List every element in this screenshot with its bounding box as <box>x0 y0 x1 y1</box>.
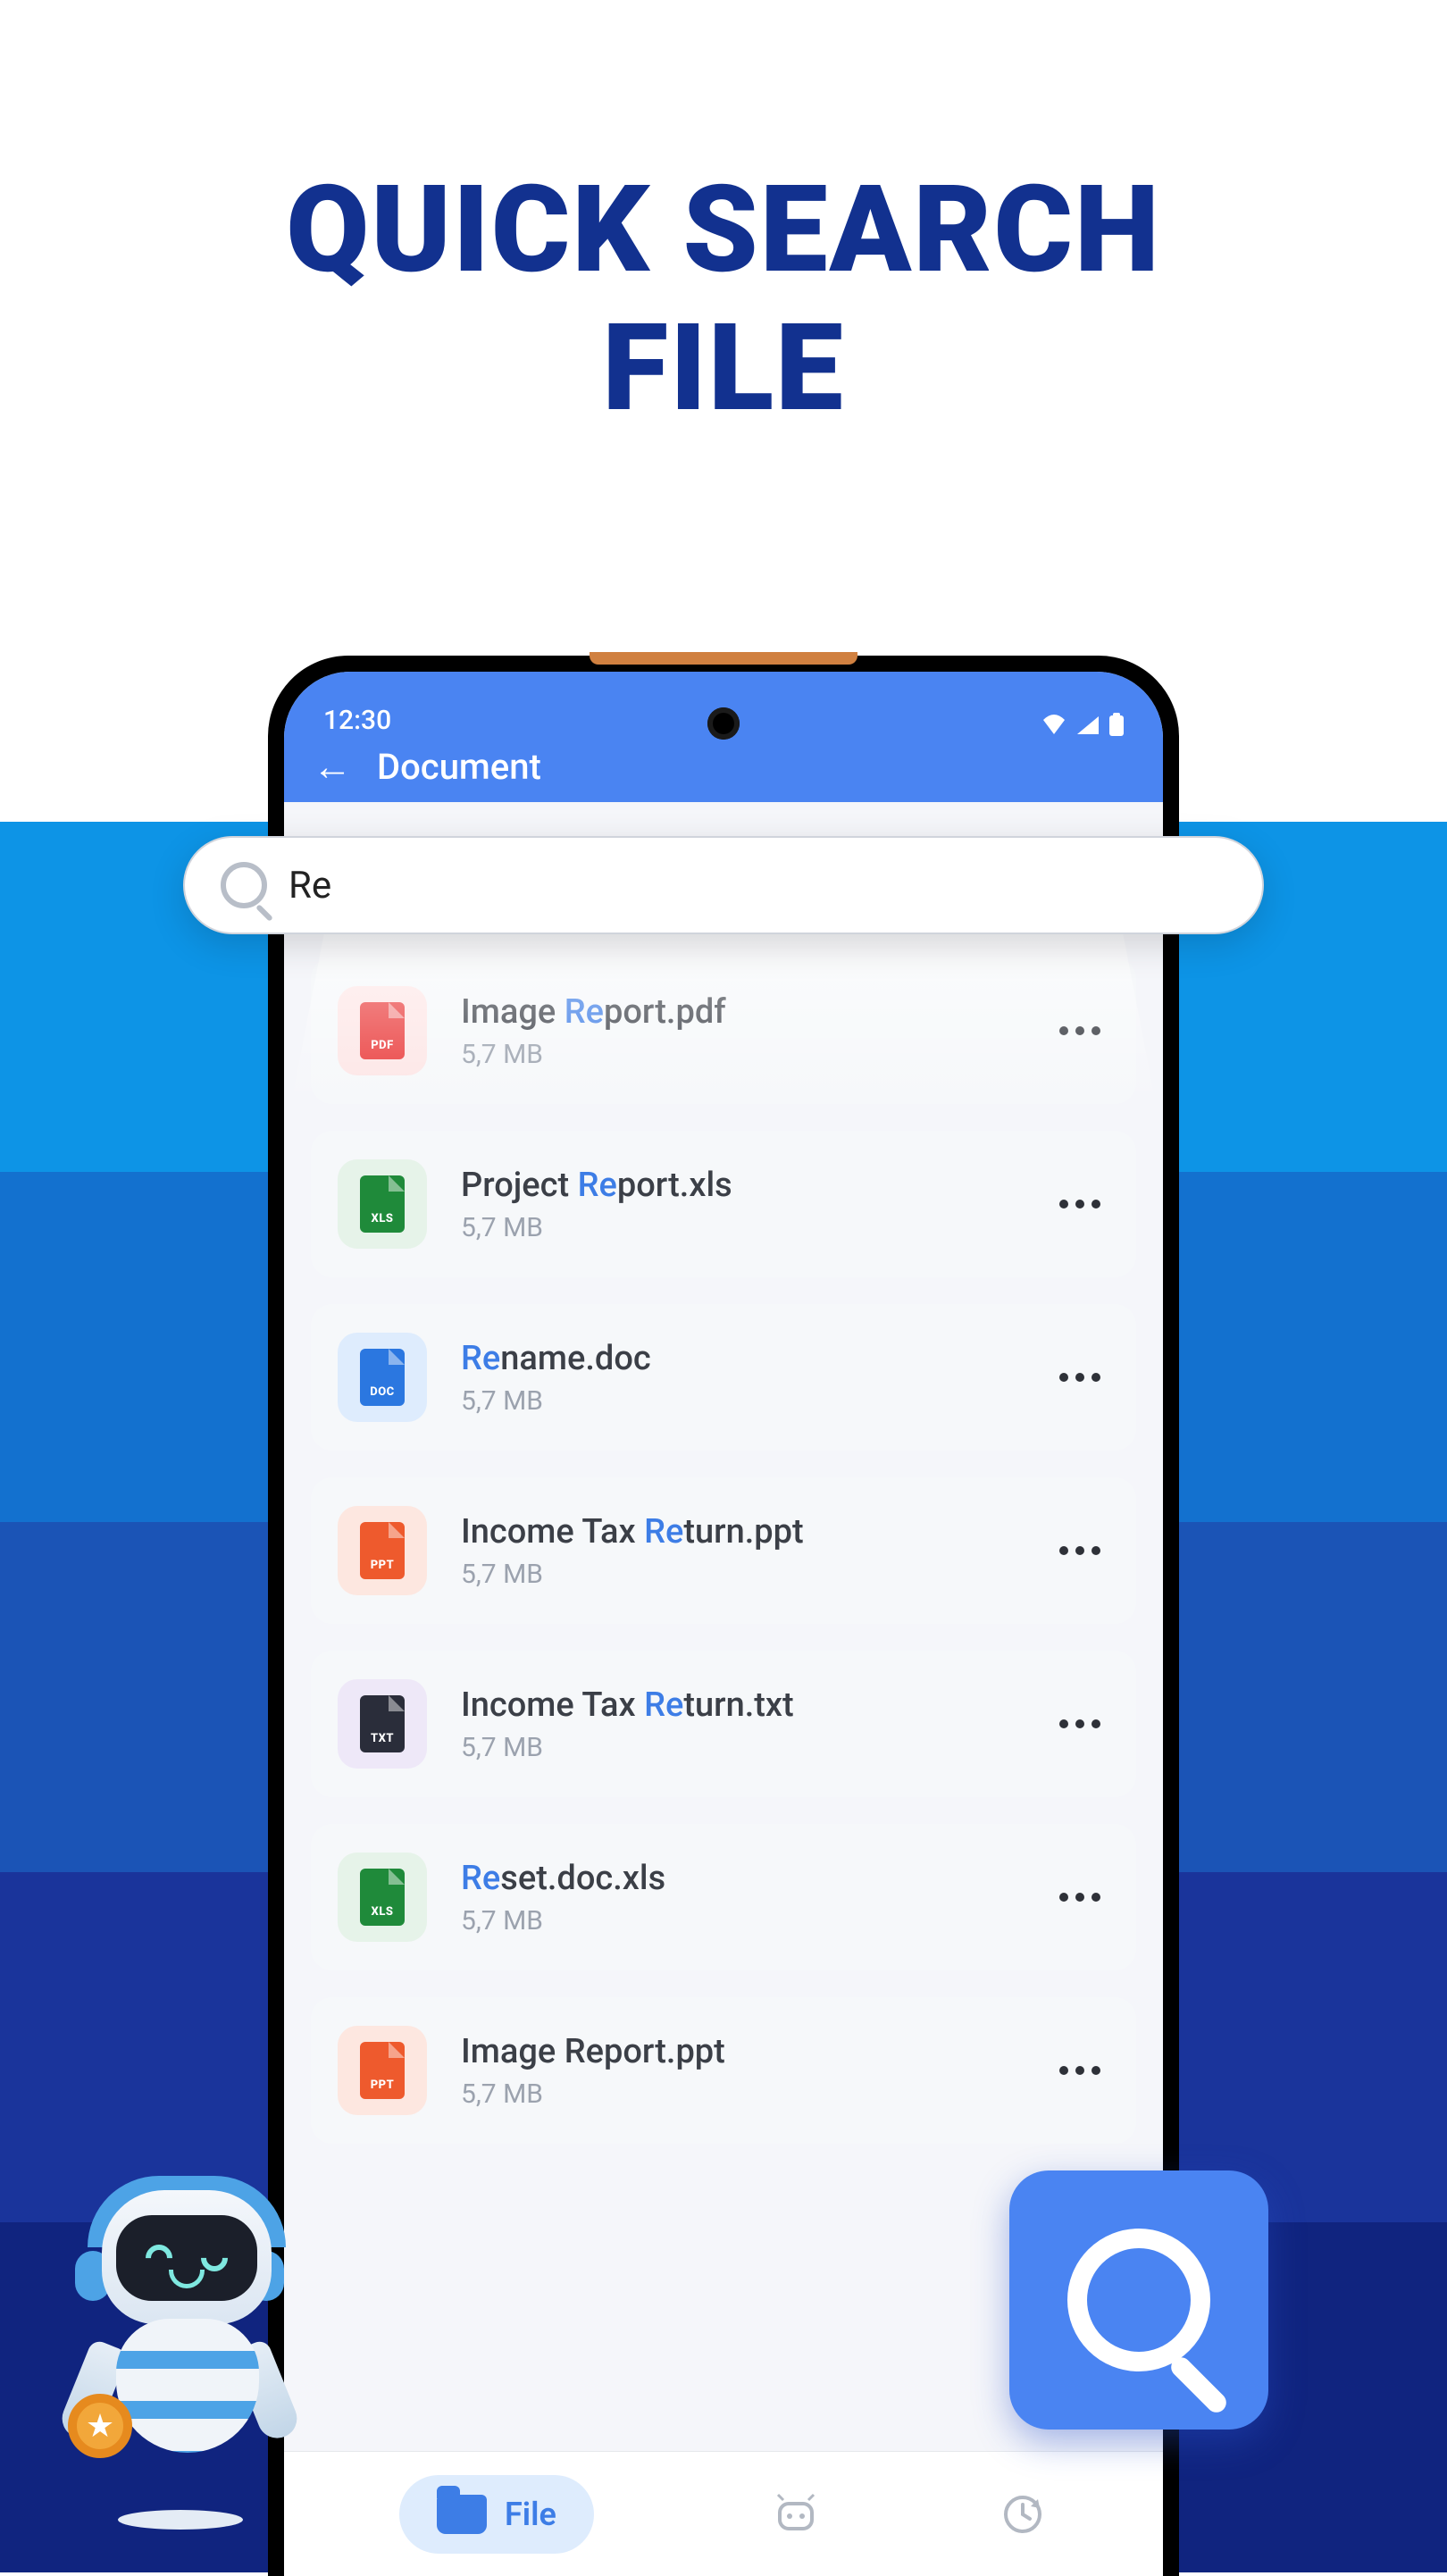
file-size: 5,7 MB <box>461 1385 1025 1417</box>
file-type-icon: DOC <box>338 1333 427 1422</box>
file-info: Rename.doc 5,7 MB <box>461 1339 1025 1417</box>
file-info: Image Report.ppt 5,7 MB <box>461 2032 1025 2110</box>
file-size: 5,7 MB <box>461 1039 1025 1070</box>
file-type-icon: PPT <box>338 1506 427 1595</box>
file-name: Income Tax Return.txt <box>461 1685 1025 1725</box>
back-arrow-icon[interactable]: ← <box>313 747 352 786</box>
signal-icon <box>1075 715 1100 734</box>
file-size: 5,7 MB <box>461 1732 1025 1763</box>
file-name: Image Report.ppt <box>461 2032 1025 2071</box>
file-size: 5,7 MB <box>461 2078 1025 2110</box>
more-button[interactable] <box>1059 1026 1109 1035</box>
file-info: Image Report.pdf 5,7 MB <box>461 992 1025 1070</box>
nav-file-label: File <box>505 2496 556 2533</box>
file-item[interactable]: PDF Image Report.pdf 5,7 MB <box>311 958 1136 1104</box>
nav-recent-tab[interactable] <box>998 2489 1048 2539</box>
file-type-label: PPT <box>371 1559 394 1572</box>
file-size: 5,7 MB <box>461 1559 1025 1590</box>
file-type-label: PDF <box>371 1039 393 1052</box>
file-type-icon: XLS <box>338 1853 427 1942</box>
search-input[interactable]: Re <box>289 864 331 907</box>
bottom-nav: File <box>284 2451 1163 2576</box>
app-header: ← Document <box>284 741 1163 802</box>
file-type-label: XLS <box>372 1212 394 1225</box>
wifi-icon <box>1041 715 1066 734</box>
more-button[interactable] <box>1059 1373 1109 1382</box>
file-item[interactable]: XLS Reset.doc.xls 5,7 MB <box>311 1824 1136 1970</box>
file-name: Image Report.pdf <box>461 992 1025 1032</box>
file-type-label: PPT <box>371 2078 394 2092</box>
hero-line1: QUICK SEARCH <box>0 161 1447 299</box>
nav-bot-tab[interactable] <box>771 2489 821 2539</box>
file-info: Reset.doc.xls 5,7 MB <box>461 1859 1025 1936</box>
status-time: 12:30 <box>323 705 1041 736</box>
file-type-label: TXT <box>371 1732 394 1745</box>
nav-file-tab[interactable]: File <box>399 2475 594 2554</box>
file-item[interactable]: TXT Income Tax Return.txt 5,7 MB <box>311 1651 1136 1797</box>
file-item[interactable]: DOC Rename.doc 5,7 MB <box>311 1304 1136 1451</box>
file-size: 5,7 MB <box>461 1905 1025 1936</box>
file-size: 5,7 MB <box>461 1212 1025 1243</box>
more-button[interactable] <box>1059 1719 1109 1728</box>
hero-line2: FILE <box>0 299 1447 438</box>
more-button[interactable] <box>1059 1893 1109 1902</box>
more-button[interactable] <box>1059 1546 1109 1555</box>
file-name: Income Tax Return.ppt <box>461 1512 1025 1551</box>
file-type-label: DOC <box>370 1385 394 1399</box>
search-icon <box>221 862 267 908</box>
file-info: Income Tax Return.txt 5,7 MB <box>461 1685 1025 1763</box>
folder-icon <box>437 2495 487 2534</box>
file-name: Project Report.xls <box>461 1166 1025 1205</box>
hero-title: QUICK SEARCH FILE <box>0 0 1447 439</box>
file-info: Project Report.xls 5,7 MB <box>461 1166 1025 1243</box>
file-name: Reset.doc.xls <box>461 1859 1025 1898</box>
file-type-icon: PPT <box>338 2026 427 2115</box>
status-icons <box>1041 713 1124 736</box>
robot-mascot: ★ <box>32 2154 318 2530</box>
recent-icon <box>1000 2492 1045 2537</box>
bot-icon <box>773 2491 819 2538</box>
file-type-icon: TXT <box>338 1679 427 1769</box>
magnify-icon <box>1067 2229 1210 2371</box>
file-info: Income Tax Return.ppt 5,7 MB <box>461 1512 1025 1590</box>
more-button[interactable] <box>1059 1200 1109 1209</box>
file-type-label: XLS <box>372 1905 394 1919</box>
file-item[interactable]: XLS Project Report.xls 5,7 MB <box>311 1131 1136 1277</box>
search-bar[interactable]: Re <box>183 836 1264 934</box>
file-type-icon: XLS <box>338 1159 427 1249</box>
more-button[interactable] <box>1059 2066 1109 2075</box>
file-item[interactable]: PPT Image Report.ppt 5,7 MB <box>311 1997 1136 2144</box>
camera-notch <box>707 707 740 740</box>
header-title: Document <box>377 746 541 788</box>
file-list[interactable]: PDF Image Report.pdf 5,7 MB XLS Project … <box>284 802 1163 2304</box>
battery-icon <box>1109 713 1124 736</box>
magnify-badge[interactable] <box>1009 2170 1268 2430</box>
file-type-icon: PDF <box>338 986 427 1075</box>
file-item[interactable]: PPT Income Tax Return.ppt 5,7 MB <box>311 1477 1136 1624</box>
file-name: Rename.doc <box>461 1339 1025 1378</box>
